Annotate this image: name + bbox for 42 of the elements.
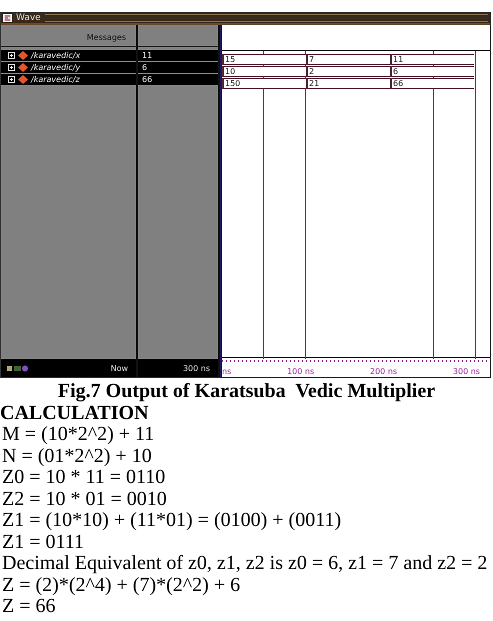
- time-tick-label: 100 ns: [287, 367, 314, 376]
- expand-icon[interactable]: [8, 76, 15, 83]
- equation-line: N = (01*2^2) + 10: [2, 446, 153, 467]
- equation-line: M = (10*2^2) + 11: [2, 424, 156, 446]
- time-tick-label: 300 ns: [452, 367, 480, 376]
- signal-row[interactable]: /karavedic/y: [1, 62, 136, 73]
- expand-icon[interactable]: [8, 52, 15, 59]
- signal-row[interactable]: /karavedic/z: [1, 74, 136, 85]
- bus-segment: 11: [390, 54, 474, 65]
- section-heading: CALCULATION: [0, 402, 150, 424]
- bus-segment: 10: [222, 66, 306, 77]
- signal-row[interactable]: /karavedic/x: [1, 50, 136, 61]
- equation-line: Z0 = 10 * 11 = 0110: [2, 467, 166, 488]
- bus-segment: 15: [222, 54, 306, 65]
- bus-segment: 150: [222, 78, 306, 89]
- equation-line: Z = 66: [2, 596, 56, 618]
- signal-value: 6: [142, 63, 148, 72]
- window-title: Wave: [16, 13, 41, 23]
- expand-icon[interactable]: [8, 64, 15, 71]
- window-icon: [3, 14, 12, 22]
- column-header: Messages: [1, 29, 136, 47]
- bus-segment: 2: [306, 66, 390, 77]
- bus-segment: 6: [390, 66, 474, 77]
- time-tick-label: 200 ns: [370, 367, 398, 376]
- signal-name: /karavedic/x: [31, 51, 80, 60]
- equation-line: Z1 = (10*10) + (11*01) = (0100) + (0011): [2, 510, 342, 532]
- signal-name: /karavedic/z: [31, 75, 80, 84]
- equation-line: Z1 = 0111: [2, 532, 86, 553]
- figure-caption: Fig.7 Output of Karatsuba Vedic Multiplier: [56, 381, 436, 402]
- signal-value: 66: [142, 75, 152, 84]
- now-time: 300 ns: [182, 364, 210, 372]
- signal-value: 11: [142, 51, 152, 60]
- bus-segment: 7: [306, 54, 390, 65]
- bus-segment: 21: [306, 78, 390, 89]
- equation-line: Decimal Equivalent of z0, z1, z2 is z0 = 6, z1 = 7 and z2 = 2: [2, 553, 488, 574]
- equation-line: Z = (2)*(2^4) + (7)*(2^2) + 6: [2, 574, 242, 596]
- signal-name: /karavedic/y: [31, 63, 80, 72]
- now-label: Now: [110, 364, 128, 372]
- toolbar-icon[interactable]: [7, 364, 29, 372]
- bus-segment: 66: [390, 78, 474, 89]
- time-tick-label: ns: [222, 367, 232, 376]
- equation-line: Z2 = 10 * 01 = 0010: [2, 488, 168, 510]
